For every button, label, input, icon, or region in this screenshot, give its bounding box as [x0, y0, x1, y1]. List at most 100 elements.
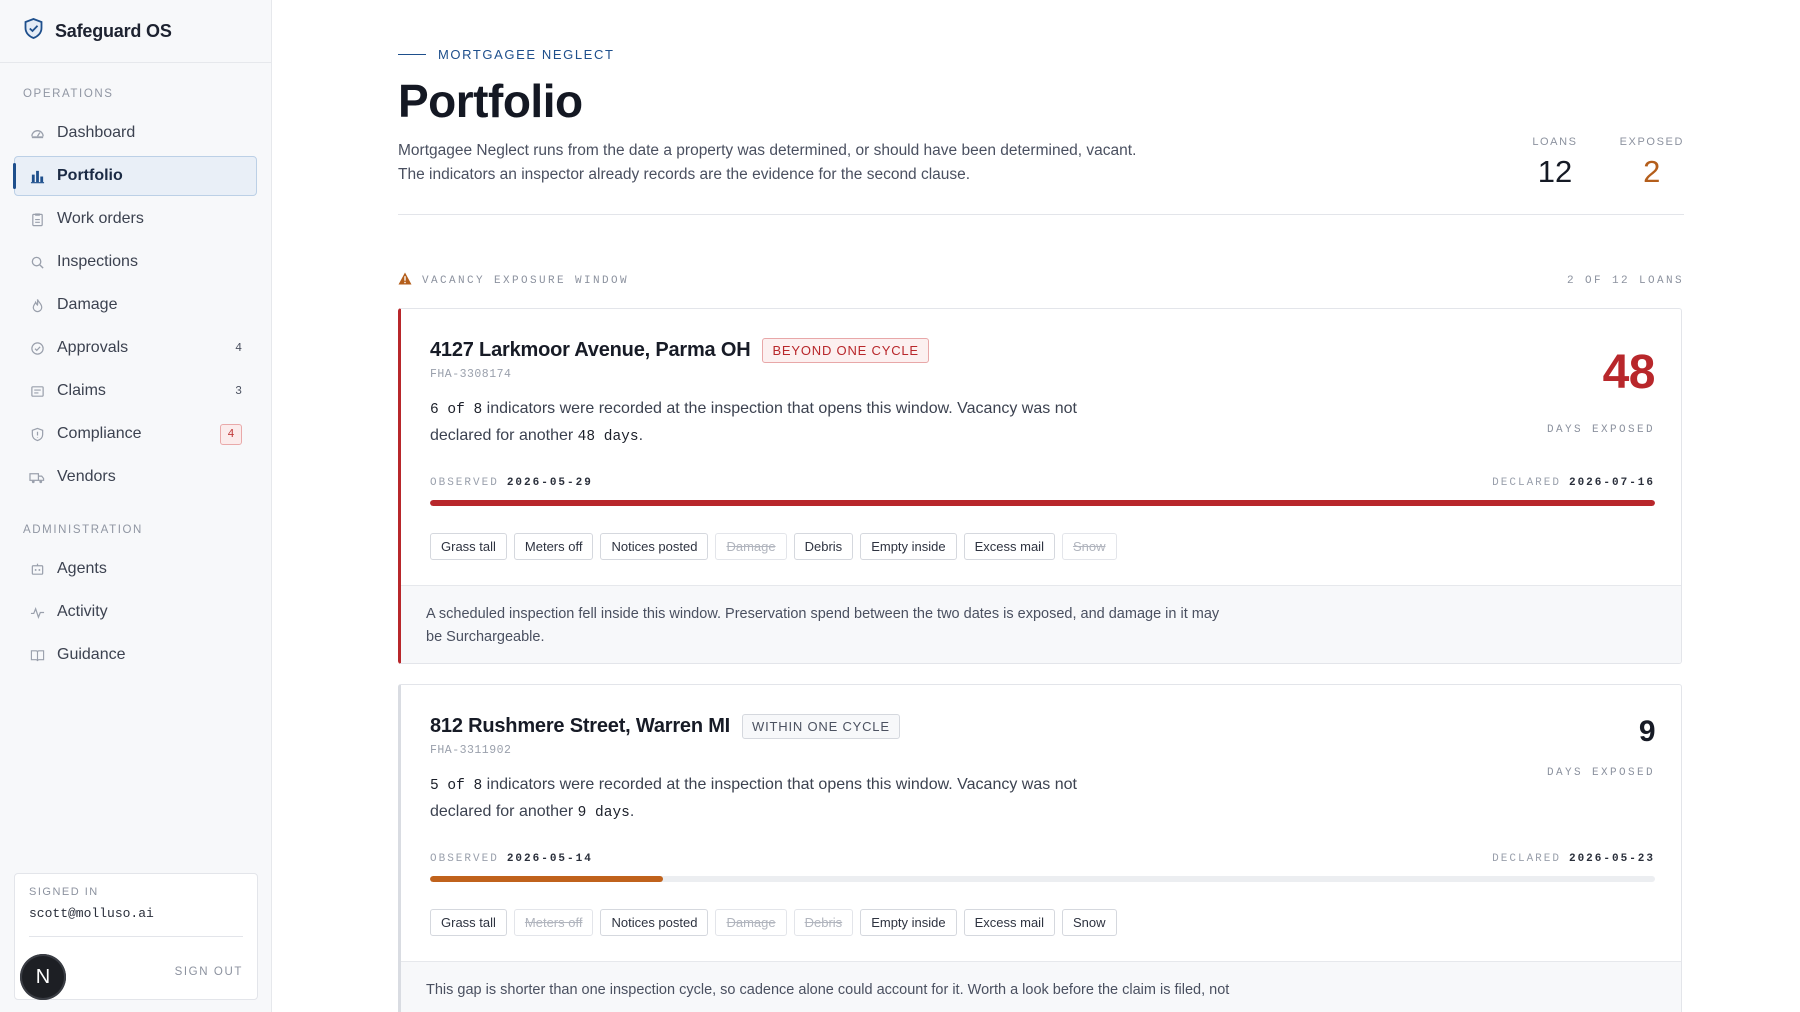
exposure-bar-fill [430, 876, 663, 882]
sidebar-item-label: Inspections [57, 253, 138, 270]
brand[interactable]: Safeguard OS [0, 0, 271, 63]
sidebar-item-approvals[interactable]: Approvals 4 [14, 328, 257, 368]
sidebar-item-damage[interactable]: Damage [14, 285, 257, 325]
divider [29, 936, 243, 937]
indicator-count: 5 of 8 [430, 778, 483, 794]
sidebar-item-activity[interactable]: Activity [14, 592, 257, 632]
sidebar-item-agents[interactable]: Agents [14, 549, 257, 589]
property-address: 812 Rushmere Street, Warren MI [430, 715, 731, 737]
shield-logo-icon [24, 18, 43, 44]
divider [398, 214, 1684, 215]
indicator-tag: Damage [715, 533, 787, 560]
exposure-bar-fill [430, 500, 1655, 506]
page-intro: Mortgagee Neglect runs from the date a p… [398, 142, 1137, 183]
note-text: A scheduled inspection fell inside this … [426, 606, 1220, 645]
signed-in-label: SIGNED IN [29, 886, 99, 898]
sidebar-item-label: Approvals [57, 339, 129, 356]
declared-date: DECLARED 2026-07-16 [1492, 477, 1655, 489]
sidebar-item-label: Agents [57, 560, 107, 577]
indicator-tag: Snow [1061, 533, 1117, 560]
loan-description: 5 of 8 indicators were recorded at the i… [430, 772, 1130, 826]
sidebar-item-label: Compliance [57, 425, 142, 442]
agents-icon [29, 561, 45, 577]
sidebar-item-label: Work orders [57, 210, 144, 227]
stat-exposed: EXPOSED 2 [1620, 136, 1684, 190]
declared-date: DECLARED 2026-05-23 [1492, 853, 1655, 865]
card-note: A scheduled inspection fell inside this … [401, 585, 1681, 663]
sidebar: Safeguard OS OPERATIONS Dashboard Portfo… [0, 0, 272, 1012]
sign-out-button[interactable]: SIGN OUT [175, 966, 243, 978]
loan-id: FHA-3311902 [430, 744, 512, 757]
operations-section-label: OPERATIONS [23, 88, 114, 100]
indicator-tag: Excess mail [963, 533, 1055, 560]
indicator-tag: Damage [715, 909, 787, 936]
eyebrow-text: MORTGAGEE NEGLECT [438, 47, 615, 62]
loan-count: 2 OF 12 LOANS [1566, 275, 1684, 287]
sidebar-item-vendors[interactable]: Vendors [14, 457, 257, 497]
indicator-tag: Grass tall [430, 533, 507, 560]
indicator-tag: Excess mail [963, 909, 1055, 936]
declared-label: DECLARED [1492, 853, 1561, 865]
indicator-tag: Meters off [513, 909, 594, 936]
sidebar-item-portfolio[interactable]: Portfolio [13, 156, 257, 196]
administration-nav: Agents Activity Guidance [0, 549, 271, 675]
sidebar-item-label: Portfolio [57, 167, 123, 184]
eyebrow: MORTGAGEE NEGLECT [398, 47, 614, 62]
section-label: VACANCY EXPOSURE WINDOW [398, 272, 629, 289]
days-inline: 48 days [577, 429, 639, 445]
app-title: Safeguard OS [55, 20, 172, 41]
sidebar-item-guidance[interactable]: Guidance [14, 635, 257, 675]
declared-value: 2026-05-23 [1568, 853, 1655, 865]
stat-value: 2 [1643, 154, 1661, 189]
sidebar-item-label: Damage [57, 296, 118, 313]
description-text: indicators were recorded at the inspecti… [430, 400, 1077, 444]
activity-icon [29, 604, 45, 620]
sidebar-item-work-orders[interactable]: Work orders [14, 199, 257, 239]
observed-value: 2026-05-29 [506, 477, 593, 489]
eyebrow-rule [398, 54, 426, 55]
section-label-text: VACANCY EXPOSURE WINDOW [422, 274, 630, 287]
truck-icon [29, 469, 45, 485]
days-exposed-label: DAYS EXPOSED [1546, 767, 1655, 779]
exposure-track [430, 876, 1655, 882]
loan-header: 812 Rushmere Street, Warren MI WITHIN ON… [430, 714, 900, 739]
observed-date: OBSERVED 2026-05-29 [430, 477, 593, 489]
user-email: scott@molluso.ai [29, 906, 154, 921]
observed-value: 2026-05-14 [506, 853, 593, 865]
indicator-tag: Snow [1061, 909, 1117, 936]
book-icon [29, 647, 45, 663]
search-icon [29, 254, 45, 270]
indicator-tag: Empty inside [860, 533, 957, 560]
stat-label: LOANS [1532, 136, 1578, 148]
loan-id: FHA-3308174 [430, 368, 512, 381]
sidebar-item-compliance[interactable]: Compliance 4 [14, 414, 257, 454]
avatar[interactable]: N [20, 954, 66, 1000]
indicator-tag: Notices posted [600, 533, 709, 560]
indicator-tags: Grass tall Meters off Notices posted Damage… [430, 533, 1117, 560]
check-circle-icon [29, 340, 45, 356]
sidebar-item-label: Activity [57, 603, 108, 620]
sidebar-item-inspections[interactable]: Inspections [14, 242, 257, 282]
stat-value: 12 [1537, 154, 1573, 189]
sidebar-item-label: Dashboard [57, 124, 136, 141]
timeline-dates: OBSERVED 2026-05-29 DECLARED 2026-07-16 [430, 477, 1655, 489]
stat-label: EXPOSED [1619, 136, 1684, 148]
days-inline: 9 days [577, 805, 630, 821]
portfolio-icon [29, 168, 45, 184]
days-exposed-label: DAYS EXPOSED [1546, 424, 1655, 436]
loan-description: 6 of 8 indicators were recorded at the i… [430, 396, 1130, 450]
loan-card[interactable]: 812 Rushmere Street, Warren MI WITHIN ON… [398, 684, 1682, 1012]
shield-icon [29, 426, 45, 442]
sidebar-item-dashboard[interactable]: Dashboard [14, 113, 257, 153]
indicator-count: 6 of 8 [430, 402, 483, 418]
declared-value: 2026-07-16 [1568, 477, 1655, 489]
flame-icon [29, 297, 45, 313]
observed-label: OBSERVED [430, 477, 499, 489]
dashboard-icon [29, 125, 45, 141]
status-badge: WITHIN ONE CYCLE [742, 714, 900, 739]
approvals-count: 4 [235, 341, 242, 355]
sidebar-item-claims[interactable]: Claims 3 [14, 371, 257, 411]
observed-date: OBSERVED 2026-05-14 [430, 853, 593, 865]
administration-section-label: ADMINISTRATION [23, 524, 143, 536]
loan-card[interactable]: 4127 Larkmoor Avenue, Parma OH BEYOND ON… [398, 308, 1682, 664]
